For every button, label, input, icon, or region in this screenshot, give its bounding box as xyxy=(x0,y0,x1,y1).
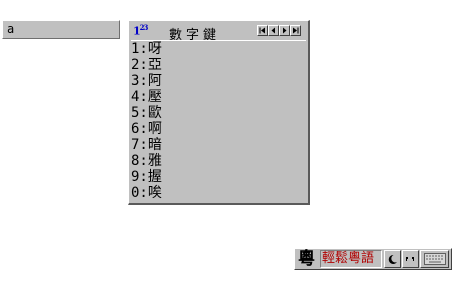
composition-input[interactable]: a xyxy=(2,20,120,39)
previous-button[interactable] xyxy=(268,25,279,36)
next-icon xyxy=(283,27,287,34)
ime-logo-icon[interactable]: 粵 xyxy=(298,250,315,268)
candidate-window-title-bar[interactable]: 123 數字鍵 xyxy=(129,21,308,43)
candidate-item[interactable]: 1:呀 xyxy=(131,41,162,57)
candidate-item[interactable]: 6:啊 xyxy=(131,121,162,137)
candidate-item[interactable]: 9:握 xyxy=(131,169,162,185)
candidate-item[interactable]: 0:唉 xyxy=(131,185,162,201)
half-full-width-moon-icon xyxy=(388,254,397,264)
ime-status-bar[interactable]: 粵 輕鬆粵語 xyxy=(294,248,452,270)
candidate-item[interactable]: 4:壓 xyxy=(131,89,162,105)
half-full-width-toggle[interactable] xyxy=(384,250,401,268)
logo-digit: 1 xyxy=(133,24,141,38)
next-button[interactable] xyxy=(279,25,290,36)
candidate-item[interactable]: 2:亞 xyxy=(131,57,162,73)
punctuation-toggle[interactable] xyxy=(402,250,419,268)
ime-name-button[interactable]: 輕鬆粵語 xyxy=(320,250,382,268)
page-navigation xyxy=(257,25,301,36)
soft-keyboard-icon xyxy=(423,253,446,265)
previous-icon xyxy=(271,27,275,34)
soft-keyboard-toggle[interactable] xyxy=(420,250,449,268)
first-page-button[interactable] xyxy=(257,25,268,36)
candidate-item[interactable]: 5:歐 xyxy=(131,105,162,121)
last-page-button[interactable] xyxy=(290,25,301,36)
candidate-window: 123 數字鍵 1:呀 2:亞 3:阿 4:壓 5:歐 6:啊 7:暗 8:雅 … xyxy=(128,20,310,205)
candidate-item[interactable]: 3:阿 xyxy=(131,73,162,89)
first-page-icon xyxy=(259,27,265,34)
candidate-list: 1:呀 2:亞 3:阿 4:壓 5:歐 6:啊 7:暗 8:雅 9:握 0:唉 xyxy=(131,41,162,201)
last-page-icon xyxy=(293,27,299,34)
numeric-keys-logo-icon: 123 xyxy=(133,23,149,38)
candidate-item[interactable]: 7:暗 xyxy=(131,137,162,153)
logo-superscript: 23 xyxy=(139,23,149,32)
candidate-item[interactable]: 8:雅 xyxy=(131,153,162,169)
punctuation-icon xyxy=(406,256,414,261)
